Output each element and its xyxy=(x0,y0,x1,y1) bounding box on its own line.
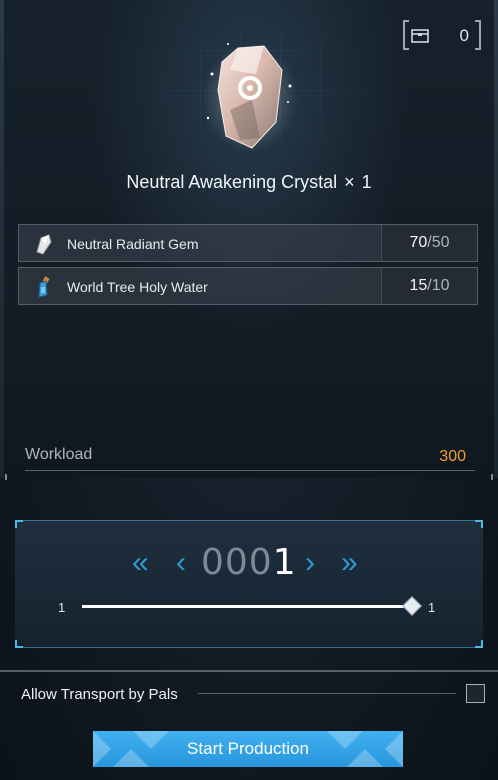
start-production-button[interactable]: Start Production xyxy=(93,731,403,767)
inventory-count: 0 xyxy=(459,26,469,45)
material-have: 15 xyxy=(409,277,428,294)
transport-checkbox[interactable] xyxy=(466,684,485,703)
quantity-leading-zeros: 000 xyxy=(201,542,273,583)
right-edge xyxy=(494,0,498,478)
left-edge xyxy=(0,0,4,478)
workload-value: 300 xyxy=(439,448,466,465)
potion-icon xyxy=(38,276,50,298)
corner-tick xyxy=(491,474,493,480)
slider-thumb[interactable] xyxy=(402,596,422,616)
start-production-label: Start Production xyxy=(187,739,309,758)
increase-fast-button[interactable]: » xyxy=(341,548,358,578)
material-required: 10 xyxy=(431,277,450,294)
quantity-display: 0001 xyxy=(201,542,297,583)
transport-divider xyxy=(198,693,456,694)
item-name: Neutral Awakening Crystal xyxy=(126,172,338,192)
quantity-selector: « ‹ 0001 › » 1 1 xyxy=(15,520,483,648)
workload-label: Workload xyxy=(25,446,93,463)
quantity-digit: 1 xyxy=(272,542,297,583)
slider-min-label: 1 xyxy=(58,600,66,615)
quantity-slider[interactable] xyxy=(82,605,412,608)
section-divider xyxy=(0,670,498,672)
workload-divider xyxy=(25,470,475,471)
times-sign: × xyxy=(344,172,355,192)
material-row: World Tree Holy Water 15/10 xyxy=(18,267,478,305)
chest-icon xyxy=(411,29,429,43)
corner-tick xyxy=(5,474,7,480)
decrease-button[interactable]: ‹ xyxy=(176,548,186,578)
inventory-counter: 0 xyxy=(403,20,481,50)
material-required: 50 xyxy=(431,234,450,251)
material-quantity: 70/50 xyxy=(381,225,477,261)
crystal-icon xyxy=(200,40,300,155)
decrease-fast-button[interactable]: « xyxy=(132,548,149,578)
material-name: Neutral Radiant Gem xyxy=(67,236,199,252)
transport-label: Allow Transport by Pals xyxy=(21,686,178,703)
item-title: Neutral Awakening Crystal × 1 xyxy=(0,172,498,193)
button-decoration xyxy=(327,731,403,767)
material-name: World Tree Holy Water xyxy=(67,279,208,295)
item-quantity: 1 xyxy=(361,172,372,192)
material-have: 70 xyxy=(409,234,428,251)
gem-icon xyxy=(36,234,52,255)
increase-button[interactable]: › xyxy=(305,548,315,578)
material-quantity: 15/10 xyxy=(381,268,477,304)
material-row: Neutral Radiant Gem 70/50 xyxy=(18,224,478,262)
slider-max-label: 1 xyxy=(428,600,436,615)
button-decoration xyxy=(93,731,169,767)
